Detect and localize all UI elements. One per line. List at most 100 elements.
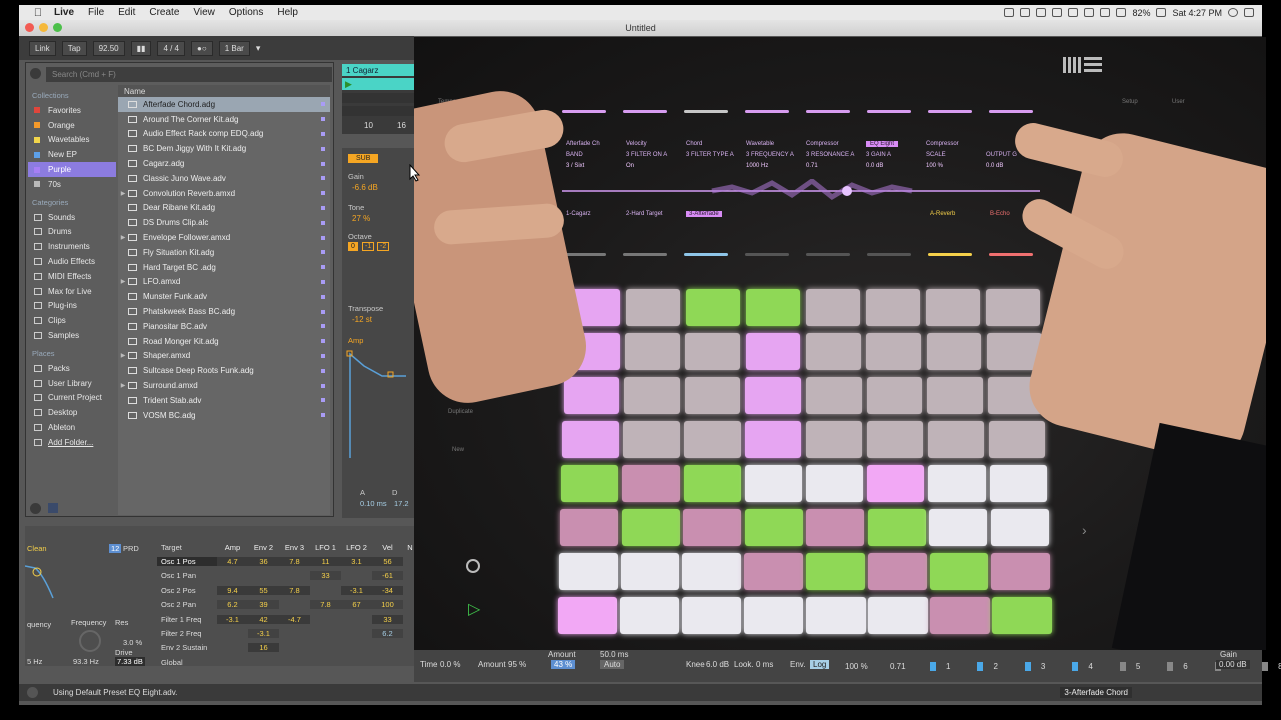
clock[interactable]: Sat 4:27 PM: [1172, 8, 1222, 18]
pad[interactable]: [806, 333, 861, 370]
mod-target-label[interactable]: Env 2 Sustain: [157, 643, 217, 652]
status-icon-time-machine[interactable]: [1068, 8, 1079, 17]
chevron-down-icon[interactable]: ▾: [256, 43, 261, 54]
mod-amount-cell[interactable]: 6.2: [372, 629, 403, 639]
pad[interactable]: [806, 289, 860, 326]
upper-soft-button[interactable]: [806, 110, 850, 113]
pad[interactable]: [867, 509, 926, 546]
file-row[interactable]: Pianositar BC.adv: [118, 319, 330, 334]
pad[interactable]: [744, 509, 803, 546]
pad[interactable]: [683, 465, 741, 502]
mod-amount-cell[interactable]: 3.1: [341, 557, 372, 567]
pad[interactable]: [806, 509, 864, 546]
pad[interactable]: [563, 377, 620, 414]
pad[interactable]: [681, 597, 742, 634]
lower-soft-button[interactable]: [745, 253, 789, 256]
mod-amount-cell[interactable]: 4.7: [217, 557, 248, 567]
pad[interactable]: [929, 509, 987, 546]
upper-soft-button[interactable]: [928, 110, 972, 113]
close-window-button[interactable]: [25, 23, 34, 32]
pad[interactable]: [926, 333, 982, 370]
mod-amount-cell[interactable]: 36: [248, 557, 279, 567]
pad[interactable]: [744, 465, 802, 502]
pad[interactable]: [806, 553, 865, 590]
upper-soft-button[interactable]: [623, 110, 667, 113]
transpose-value[interactable]: -12 st: [352, 315, 372, 324]
eq-band-4-button[interactable]: 4: [1072, 662, 1093, 671]
mod-amount-cell[interactable]: 55: [248, 585, 279, 595]
apple-icon[interactable]: : [29, 7, 47, 19]
file-row[interactable]: Afterfade Chord.adg: [118, 97, 330, 112]
collection-70s[interactable]: 70s: [28, 177, 116, 192]
bluetooth-icon[interactable]: [1084, 8, 1095, 17]
env-mode[interactable]: Log: [810, 660, 830, 669]
mod-amount-cell[interactable]: -61: [372, 571, 403, 581]
menu-create[interactable]: Create: [149, 7, 179, 18]
menu-edit[interactable]: Edit: [118, 7, 135, 18]
upper-soft-button[interactable]: [867, 110, 911, 113]
category-samples[interactable]: Samples: [28, 328, 116, 343]
octave-minus1-button[interactable]: -1: [362, 242, 375, 251]
category-midi-effects[interactable]: MIDI Effects: [28, 269, 116, 284]
pad[interactable]: [867, 553, 927, 590]
file-row[interactable]: Fly Situation Kit.adg: [118, 245, 330, 260]
mod-amount-cell[interactable]: 33: [372, 614, 403, 624]
file-row[interactable]: Classic Juno Wave.adv: [118, 171, 330, 186]
file-row[interactable]: Trident Stab.adv: [118, 393, 330, 408]
mod-amount-cell[interactable]: -3.1: [248, 629, 279, 639]
pad[interactable]: [928, 465, 986, 502]
pad[interactable]: [926, 289, 980, 326]
file-row[interactable]: Sultcase Deep Roots Funk.adg: [118, 363, 330, 378]
pad[interactable]: [621, 509, 680, 546]
pad[interactable]: [744, 553, 803, 590]
category-plugins[interactable]: Plug-ins: [28, 299, 116, 314]
pad[interactable]: [866, 289, 920, 326]
menu-help[interactable]: Help: [277, 7, 298, 18]
frequency-knob[interactable]: [79, 630, 101, 652]
preview-play-icon[interactable]: [48, 503, 58, 513]
pad[interactable]: [867, 465, 925, 502]
pad[interactable]: [929, 553, 989, 590]
knee-value[interactable]: 6.0 dB: [706, 660, 729, 669]
mod-amount-cell[interactable]: 11: [310, 557, 341, 567]
name-column-header[interactable]: Name: [118, 85, 330, 97]
category-drums[interactable]: Drums: [28, 225, 116, 240]
time-value[interactable]: 0.0 %: [440, 660, 460, 669]
category-clips[interactable]: Clips: [28, 313, 116, 328]
mod-amount-cell[interactable]: -3.1: [341, 585, 372, 595]
file-row[interactable]: ▶ Convolution Reverb.amxd: [118, 186, 330, 201]
pad[interactable]: [806, 377, 862, 414]
selected-track-name[interactable]: 3-Afterfade Chord: [1060, 687, 1132, 698]
mod-amount-cell[interactable]: 6.2: [217, 600, 248, 610]
collection-orange[interactable]: Orange: [28, 118, 116, 133]
place-packs[interactable]: Packs: [28, 361, 116, 376]
add-folder-link[interactable]: Add Folder...: [28, 435, 116, 450]
mod-target-label[interactable]: Osc 1 Pan: [157, 571, 217, 580]
time-signature-field[interactable]: 4 / 4: [157, 40, 186, 56]
gain-value[interactable]: -6.6 dB: [352, 183, 378, 192]
pad[interactable]: [562, 421, 619, 458]
lower-soft-button[interactable]: [562, 253, 606, 256]
mod-amount-cell[interactable]: 7.8: [279, 585, 310, 595]
mod-amount-cell[interactable]: 39: [248, 600, 279, 610]
mod-amount-cell[interactable]: 7.8: [310, 600, 341, 610]
expand-arrow-icon[interactable]: ▶: [118, 190, 128, 197]
spotlight-icon[interactable]: [1228, 8, 1238, 17]
pad[interactable]: [746, 289, 800, 326]
pad[interactable]: [866, 377, 923, 414]
file-row[interactable]: ▶ LFO.amxd: [118, 275, 330, 290]
play-button[interactable]: ▷: [468, 599, 480, 619]
pad[interactable]: [684, 377, 741, 414]
file-row[interactable]: ▶ Envelope Follower.amxd: [118, 230, 330, 245]
ms-value[interactable]: 50.0 ms: [600, 650, 628, 659]
pad[interactable]: [684, 421, 741, 458]
pad[interactable]: [988, 421, 1046, 458]
pad[interactable]: [806, 465, 864, 502]
preview-toggle-icon[interactable]: [30, 503, 41, 514]
auto-button[interactable]: Auto: [600, 660, 625, 669]
attack-value[interactable]: 0.10 ms: [360, 499, 387, 508]
eq-band-8-button[interactable]: 8: [1262, 662, 1281, 671]
status-toggle-icon[interactable]: [27, 687, 38, 698]
pad[interactable]: [745, 421, 802, 458]
lower-soft-button[interactable]: [867, 253, 911, 256]
